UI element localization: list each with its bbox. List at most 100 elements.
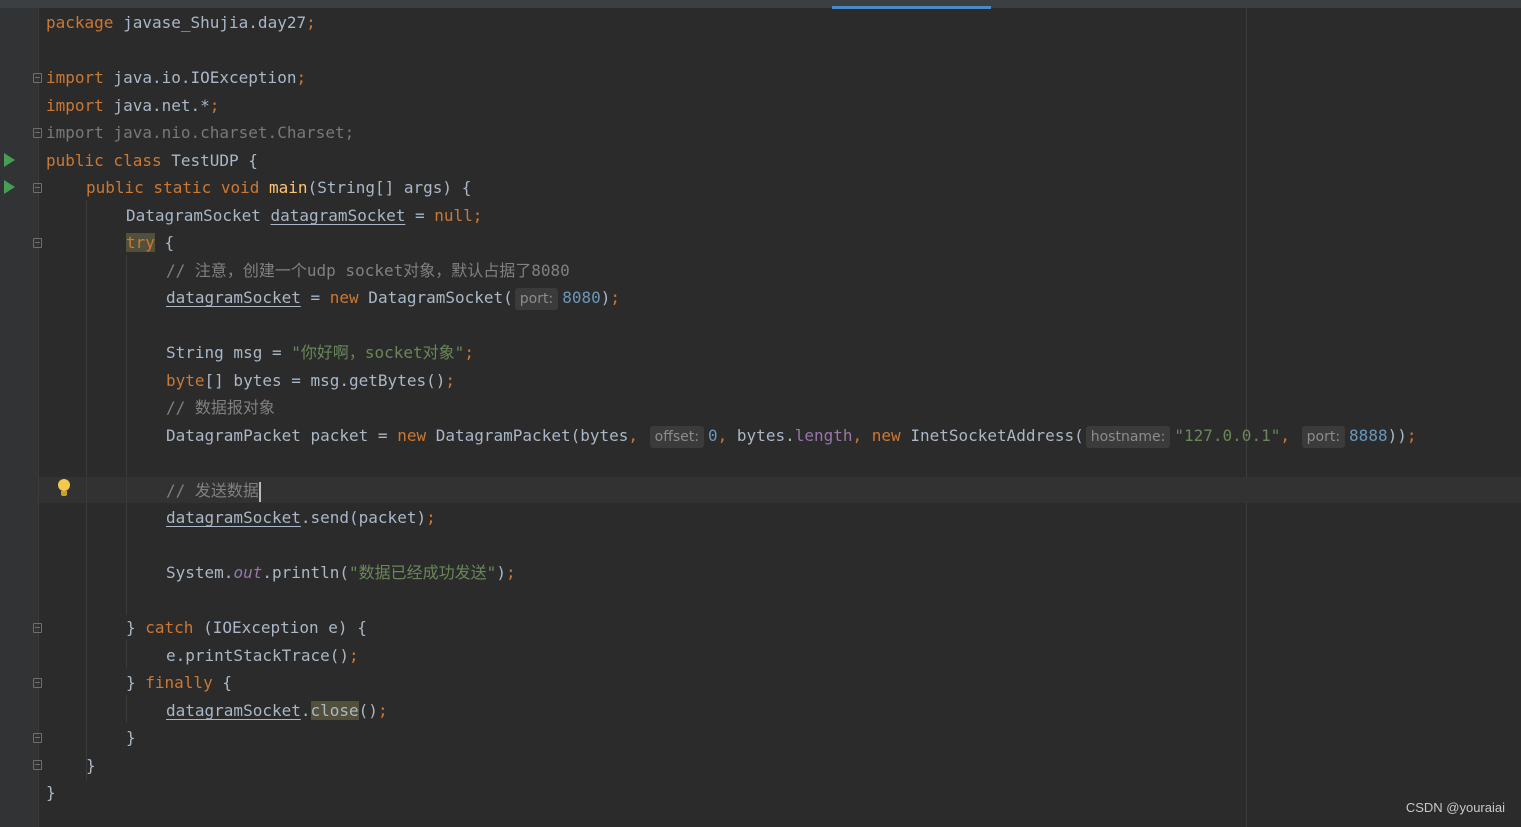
brace: { (212, 673, 232, 692)
brace: } (126, 728, 136, 747)
code-line-send[interactable]: datagramSocket.send(packet); (166, 505, 436, 531)
declaration: DatagramPacket packet = (166, 426, 398, 445)
keyword: new (862, 426, 901, 445)
keyword: finally (145, 673, 213, 692)
text-caret (258, 481, 261, 502)
lightbulb-icon[interactable] (56, 479, 72, 499)
code-line-packet[interactable]: DatagramPacket packet = new DatagramPack… (166, 423, 1416, 449)
semicolon: ; (349, 646, 359, 665)
string: "数据已经成功发送" (349, 563, 497, 582)
operator: = (405, 206, 435, 225)
code-line-import[interactable]: import java.net.*; (46, 93, 219, 119)
dot: . (300, 701, 311, 720)
run-class-icon[interactable] (4, 153, 15, 167)
code-line-socket-decl[interactable]: DatagramSocket datagramSocket = null; (126, 203, 482, 229)
keyword: new (397, 426, 427, 445)
expression: .send(packet) (300, 508, 427, 527)
code-line-import[interactable]: import java.io.IOException; (46, 65, 306, 91)
code-line-println[interactable]: System.out.println("数据已经成功发送"); (166, 560, 516, 586)
class-name: TestUDP { (161, 151, 258, 170)
semicolon: ; (610, 288, 621, 307)
brace: { (154, 233, 175, 252)
editor-tab-strip[interactable] (0, 0, 1521, 8)
comma: , (717, 426, 728, 445)
unused-import: import java.nio.charset.Charset; (46, 123, 355, 142)
comma: , (852, 426, 863, 445)
package-name: javase_Shujia.day27 (113, 13, 307, 32)
expression: System. (166, 563, 234, 582)
keyword: new (329, 288, 359, 307)
code-line-comment-current[interactable]: // 发送数据 (166, 478, 261, 504)
expression: [] bytes = msg.getBytes() (204, 371, 446, 390)
paren: () (358, 701, 378, 720)
comment: // 注意，创建一个udp socket对象，默认占据了8080 (166, 261, 570, 280)
semicolon: ; (306, 13, 316, 32)
keyword-highlighted: try (126, 233, 155, 252)
variable: datagramSocket (166, 701, 301, 720)
string: "127.0.0.1" (1174, 426, 1281, 445)
keyword: import (46, 96, 104, 115)
code-line-brace[interactable]: } (126, 725, 136, 751)
code-line-try[interactable]: try { (126, 230, 174, 256)
code-line-brace[interactable]: } (46, 780, 56, 806)
fold-imports-end-icon[interactable] (33, 128, 42, 138)
null-literal: null (434, 206, 473, 225)
code-line-stacktrace[interactable]: e.printStackTrace(); (166, 643, 359, 669)
param-hint: offset: (649, 426, 704, 448)
indent-guide (126, 255, 127, 615)
variable: datagramSocket (166, 288, 301, 307)
code-line-comment[interactable]: // 注意，创建一个udp socket对象，默认占据了8080 (166, 258, 570, 284)
semicolon: ; (505, 563, 516, 582)
param-hint: port: (514, 288, 559, 310)
paren: ) (600, 288, 611, 307)
code-line-comment[interactable]: // 数据报对象 (166, 395, 275, 421)
code-line-catch[interactable]: } catch (IOException e) { (126, 615, 367, 641)
code-line-unused-import[interactable]: import java.nio.charset.Charset; (46, 120, 354, 146)
expression: bytes. (727, 426, 795, 445)
code-line-socket-init[interactable]: datagramSocket = new DatagramSocket(port… (166, 285, 620, 311)
code-line-class-decl[interactable]: public class TestUDP { (46, 148, 258, 174)
fold-try-icon[interactable] (33, 238, 42, 248)
code-line-bytes[interactable]: byte[] bytes = msg.getBytes(); (166, 368, 455, 394)
params: (String[] args) { (307, 178, 472, 197)
fold-finally-end-icon[interactable] (33, 733, 42, 743)
method-name: main (269, 178, 308, 197)
semicolon: ; (377, 701, 388, 720)
comment: // 数据报对象 (166, 398, 275, 417)
keyword: byte (166, 371, 205, 390)
import-path: java.net.* (103, 96, 210, 115)
indent-guide (126, 640, 127, 668)
code-line-close[interactable]: datagramSocket.close(); (166, 698, 388, 724)
fold-finally-icon[interactable] (33, 678, 42, 688)
code-line-finally[interactable]: } finally { (126, 670, 232, 696)
run-main-icon[interactable] (4, 180, 15, 194)
code-line-package[interactable]: package javase_Shujia.day27; (46, 10, 316, 36)
brace: } (86, 756, 96, 775)
code-line-msg[interactable]: String msg = "你好啊，socket对象"; (166, 340, 474, 366)
fold-main-end-icon[interactable] (33, 760, 42, 770)
indent-guide (126, 695, 127, 723)
expression: e.printStackTrace() (166, 646, 350, 665)
expression: (IOException e) { (193, 618, 367, 637)
string: "你好啊，socket对象" (291, 343, 465, 362)
brace: } (126, 618, 146, 637)
field: length (794, 426, 853, 445)
code-line-brace[interactable]: } (86, 753, 96, 779)
fold-imports-icon[interactable] (33, 73, 42, 83)
keyword: package (46, 13, 114, 32)
paren: ) (496, 563, 506, 582)
fold-main-icon[interactable] (33, 183, 42, 193)
code-line-main-decl[interactable]: public static void main(String[] args) { (86, 175, 471, 201)
param-hint: port: (1301, 426, 1346, 448)
comma: , (1280, 426, 1290, 445)
operator: = (300, 288, 330, 307)
number: 8080 (562, 288, 601, 307)
semicolon: ; (1406, 426, 1417, 445)
type: DatagramSocket (126, 206, 271, 225)
import-path: java.io.IOException (103, 68, 297, 87)
variable: datagramSocket (270, 206, 406, 225)
fold-catch-icon[interactable] (33, 623, 42, 633)
semicolon: ; (209, 96, 220, 115)
constructor: DatagramPacket(bytes (426, 426, 629, 445)
number: 0 (708, 426, 718, 445)
